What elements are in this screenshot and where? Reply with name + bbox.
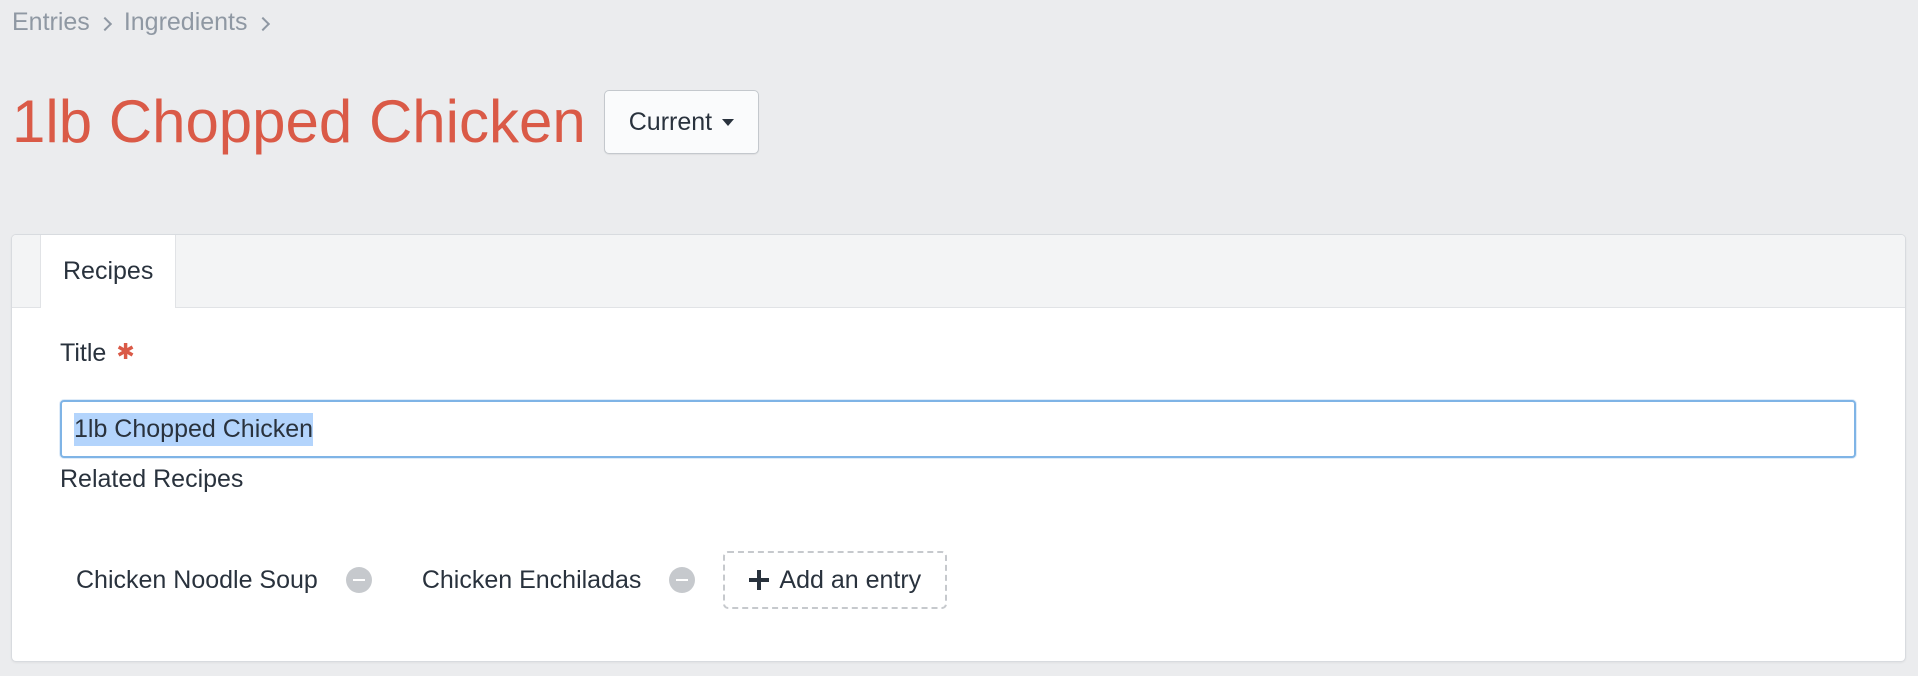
related-recipe-item: Chicken Enchiladas: [406, 566, 696, 595]
related-recipes-label: Related Recipes: [60, 465, 244, 493]
plus-icon: [749, 570, 770, 590]
page-title: 1lb Chopped Chicken: [12, 88, 586, 155]
tab-recipes[interactable]: Recipes: [40, 235, 177, 308]
revision-status-dropdown[interactable]: Current: [603, 90, 760, 154]
title-field-label: Title ✱: [60, 339, 135, 368]
add-entry-button[interactable]: Add an entry: [723, 551, 948, 609]
tab-bar: Recipes: [12, 235, 1905, 308]
entry-form-panel: Recipes Title ✱ 1lb Chopped Chicken Relat…: [11, 234, 1906, 662]
remove-minus-icon[interactable]: [669, 567, 696, 593]
related-recipe-title[interactable]: Chicken Noodle Soup: [76, 566, 318, 595]
title-input-value: 1lb Chopped Chicken: [74, 412, 314, 446]
add-entry-label: Add an entry: [779, 565, 922, 594]
breadcrumb-item-ingredients[interactable]: Ingredients: [124, 8, 248, 37]
related-recipes-list: Chicken Noodle Soup Chicken Enchiladas A…: [60, 551, 948, 609]
page-header: 1lb Chopped Chicken Current: [12, 86, 760, 158]
title-input[interactable]: 1lb Chopped Chicken: [60, 400, 1856, 458]
breadcrumb: Entries Ingredients: [12, 8, 282, 37]
title-label-text: Title: [60, 339, 107, 367]
chevron-right-icon: [97, 16, 112, 31]
status-label: Current: [628, 107, 713, 136]
related-recipe-title[interactable]: Chicken Enchiladas: [422, 566, 642, 595]
remove-minus-icon[interactable]: [345, 567, 372, 593]
caret-down-icon: [722, 118, 735, 126]
chevron-right-icon: [255, 16, 270, 31]
breadcrumb-item-entries[interactable]: Entries: [12, 8, 90, 37]
required-asterisk-icon: ✱: [116, 339, 135, 364]
related-recipe-item: Chicken Noodle Soup: [60, 566, 372, 595]
